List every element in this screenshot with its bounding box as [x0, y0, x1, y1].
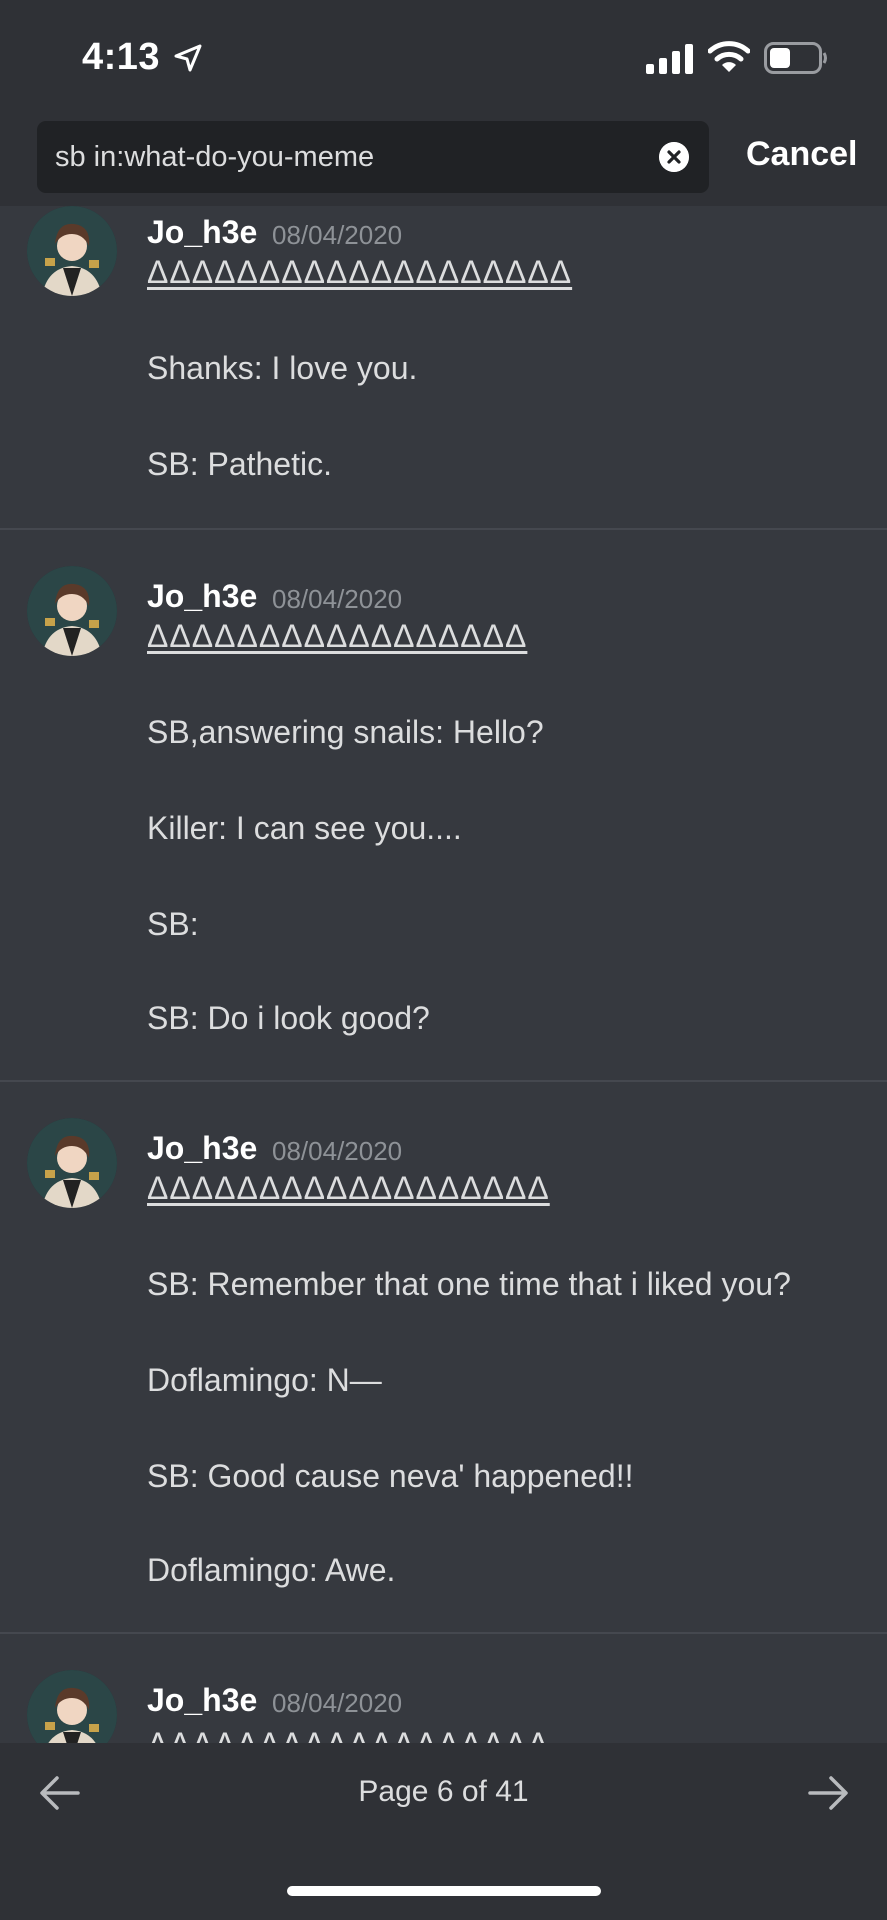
search-result[interactable]: Jo_h3e 08/04/2020 ΔΔΔΔΔΔΔΔΔΔΔΔΔΔΔΔΔΔ SB:…: [0, 1082, 887, 1634]
avatar-image: [27, 1670, 117, 1743]
search-field[interactable]: [37, 121, 709, 193]
message-author[interactable]: Jo_h3e: [147, 578, 257, 615]
avatar-image: [27, 206, 117, 296]
avatar[interactable]: [27, 206, 117, 296]
message-line: ΔΔΔΔΔΔΔΔΔΔΔΔΔΔΔΔΔΔ: [147, 1170, 550, 1206]
battery-icon: [764, 42, 827, 74]
message-line: SB: Pathetic.: [147, 446, 332, 482]
message-line: Killer: I can see you....: [147, 810, 462, 846]
search-result[interactable]: Jo_h3e 08/04/2020 ΔΔΔΔΔΔΔΔΔΔΔΔΔΔΔΔΔ SB,a…: [0, 530, 887, 1082]
message-date: 08/04/2020: [272, 220, 403, 250]
avatar[interactable]: [27, 1118, 117, 1208]
message-author[interactable]: Jo_h3e: [147, 1130, 257, 1167]
search-result[interactable]: Jo_h3e 08/04/2020 ΔΔΔΔΔΔΔΔΔΔΔΔΔΔΔΔΔΔ: [0, 1634, 887, 1743]
wifi-icon: [708, 41, 750, 72]
message-date: 08/04/2020: [272, 1688, 403, 1718]
status-time: 4:13: [82, 36, 161, 78]
avatar-image: [27, 1118, 117, 1208]
pagination-bar: Page 6 of 41: [0, 1743, 887, 1920]
search-input[interactable]: [55, 121, 615, 193]
message-line: ΔΔΔΔΔΔΔΔΔΔΔΔΔΔΔΔΔΔΔ: [147, 254, 573, 290]
search-result[interactable]: Jo_h3e 08/04/2020 ΔΔΔΔΔΔΔΔΔΔΔΔΔΔΔΔΔΔΔ Sh…: [0, 206, 887, 530]
message-author[interactable]: Jo_h3e: [147, 214, 257, 251]
avatar[interactable]: [27, 566, 117, 656]
message-line: SB: Good cause neva' happened!!: [147, 1458, 634, 1494]
message-line: ΔΔΔΔΔΔΔΔΔΔΔΔΔΔΔΔΔ: [147, 618, 528, 654]
clear-search-icon[interactable]: [659, 142, 689, 172]
message-line: Doflamingo: N—: [147, 1362, 382, 1398]
arrow-right-icon[interactable]: [806, 1773, 850, 1813]
message-line: Shanks: I love you.: [147, 350, 418, 386]
message-author[interactable]: Jo_h3e: [147, 1682, 257, 1719]
message-line: Doflamingo: Awe.: [147, 1552, 396, 1588]
message-line: SB: Do i look good?: [147, 1000, 430, 1036]
location-arrow-icon: [174, 44, 202, 72]
cellular-signal-icon: [646, 44, 693, 74]
message-line: SB:: [147, 906, 199, 942]
message-date: 08/04/2020: [272, 584, 403, 614]
search-results-list[interactable]: Jo_h3e 08/04/2020 ΔΔΔΔΔΔΔΔΔΔΔΔΔΔΔΔΔΔΔ Sh…: [0, 206, 887, 1743]
search-header: 4:13 Cancel: [0, 0, 887, 206]
page-indicator: Page 6 of 41: [358, 1775, 529, 1808]
avatar[interactable]: [27, 1670, 117, 1743]
message-line: ΔΔΔΔΔΔΔΔΔΔΔΔΔΔΔΔΔΔ: [147, 1726, 550, 1743]
avatar-image: [27, 566, 117, 656]
cancel-button[interactable]: Cancel: [746, 135, 858, 174]
message-date: 08/04/2020: [272, 1136, 403, 1166]
message-line: SB: Remember that one time that i liked …: [147, 1266, 791, 1302]
status-bar: 4:13: [0, 0, 887, 110]
message-line: SB,answering snails: Hello?: [147, 714, 544, 750]
home-indicator[interactable]: [287, 1886, 601, 1896]
